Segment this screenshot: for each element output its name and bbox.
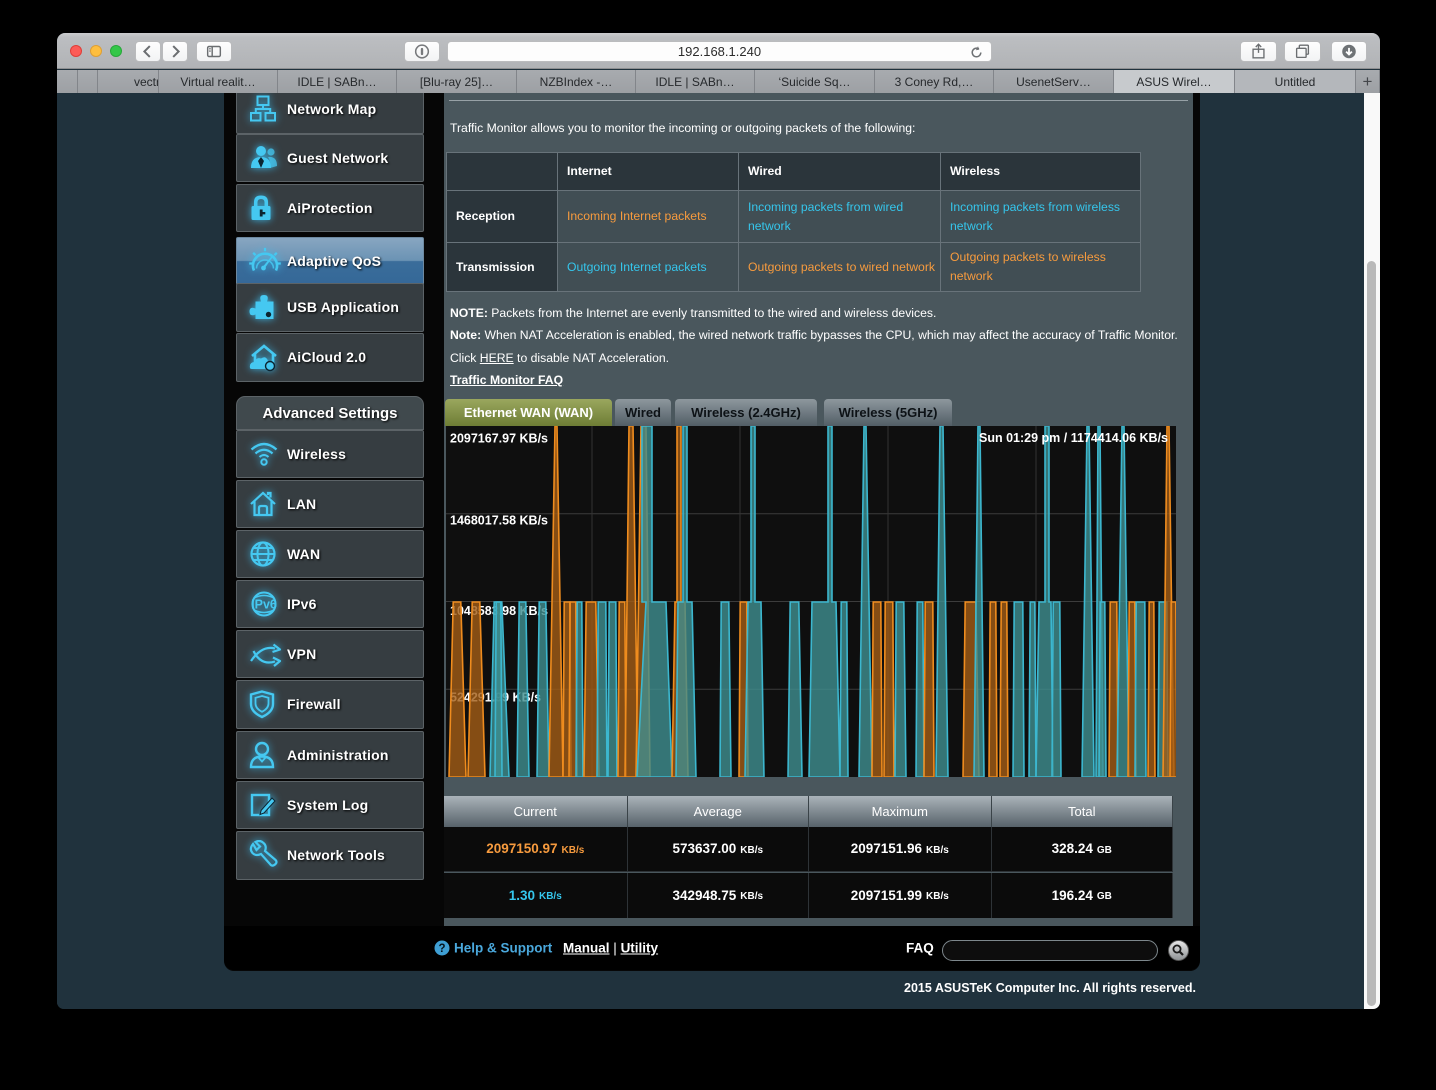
svg-text:1468017.58 KB/s: 1468017.58 KB/s	[450, 513, 548, 527]
svg-text:?: ?	[438, 943, 445, 955]
svg-text:2097167.97 KB/s: 2097167.97 KB/s	[450, 431, 548, 445]
svg-text:IPv6: IPv6	[251, 597, 277, 611]
